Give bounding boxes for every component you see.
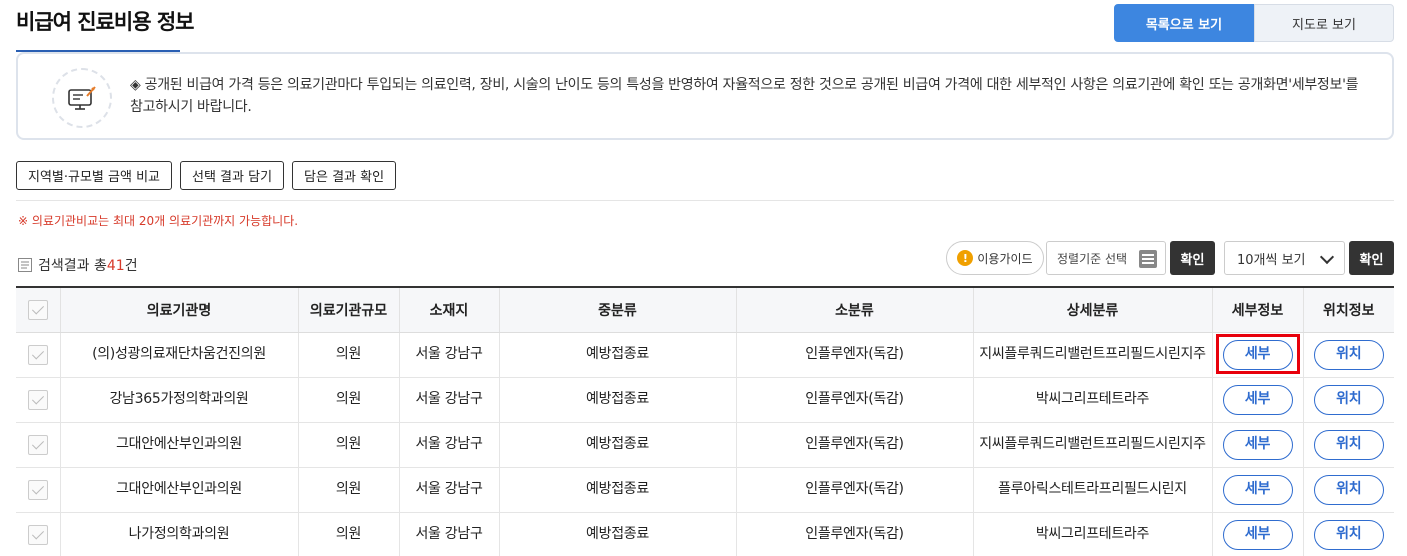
header-name: 의료기관명 <box>60 286 299 333</box>
page-title: 비급여 진료비용 정보 <box>16 10 195 34</box>
region-compare-button[interactable]: 지역별·규모별 금액 비교 <box>16 161 172 190</box>
location-button[interactable]: 위치 <box>1313 474 1384 505</box>
header-detail-category: 상세분류 <box>973 286 1213 333</box>
sort-select[interactable]: 정렬기준 선택 <box>1046 241 1166 275</box>
result-suffix: 건 <box>124 258 138 274</box>
check-saved-button[interactable]: 담은 결과 확인 <box>292 161 397 190</box>
monitor-icon <box>52 68 112 128</box>
cell-name: 그대안에산부인과의원 <box>60 467 299 513</box>
table-row: 그대안에산부인과의원 의원 서울 강남구 예방접종료 인플루엔자(독감) 지씨플… <box>16 422 1394 468</box>
compare-note: ※ 의료기관비교는 최대 20개 의료기관까지 가능합니다. <box>18 214 299 228</box>
cell-sub-category: 인플루엔자(독감) <box>736 332 974 378</box>
location-button[interactable]: 위치 <box>1313 339 1384 370</box>
row-checkbox[interactable] <box>27 479 48 500</box>
action-row: 지역별·규모별 금액 비교 선택 결과 담기 담은 결과 확인 <box>16 161 397 190</box>
cell-name: 그대안에산부인과의원 <box>60 422 299 468</box>
row-checkbox[interactable] <box>27 344 48 365</box>
cell-scale: 의원 <box>298 512 400 556</box>
page-size-select[interactable]: 10개씩 보기 <box>1224 241 1345 275</box>
chevron-down-icon <box>1319 249 1335 265</box>
cell-name: 나가정의학과의원 <box>60 512 299 556</box>
header-scale: 의료기관규모 <box>298 286 400 333</box>
cell-mid-category: 예방접종료 <box>499 332 737 378</box>
location-button[interactable]: 위치 <box>1313 519 1384 550</box>
cell-sub-category: 인플루엔자(독감) <box>736 422 974 468</box>
cell-scale: 의원 <box>298 332 400 378</box>
header-mid-category: 중분류 <box>499 286 737 333</box>
cell-mid-category: 예방접종료 <box>499 512 737 556</box>
cell-detail-category: 박씨그리프테트라주 <box>973 512 1213 556</box>
table-row: 나가정의학과의원 의원 서울 강남구 예방접종료 인플루엔자(독감) 박씨그리프… <box>16 512 1394 556</box>
cell-location: 서울 강남구 <box>399 467 500 513</box>
select-add-button[interactable]: 선택 결과 담기 <box>180 161 285 190</box>
list-view-button[interactable]: 목록으로 보기 <box>1114 4 1254 42</box>
view-toggle: 목록으로 보기 지도로 보기 <box>1114 4 1394 42</box>
detail-button[interactable]: 세부 <box>1222 339 1293 370</box>
detail-button[interactable]: 세부 <box>1222 519 1293 550</box>
table-header-row: 의료기관명 의료기관규모 소재지 중분류 소분류 상세분류 세부정보 위치정보 <box>16 286 1394 333</box>
sort-confirm-button[interactable]: 확인 <box>1170 241 1215 275</box>
cell-mid-category: 예방접종료 <box>499 422 737 468</box>
list-icon <box>18 258 32 272</box>
detail-button[interactable]: 세부 <box>1222 474 1293 505</box>
select-all-cell <box>16 286 61 333</box>
header-location-info: 위치정보 <box>1303 286 1394 333</box>
header-detail-info: 세부정보 <box>1212 286 1304 333</box>
cell-sub-category: 인플루엔자(독감) <box>736 467 974 513</box>
map-view-button[interactable]: 지도로 보기 <box>1254 4 1394 42</box>
cell-sub-category: 인플루엔자(독감) <box>736 512 974 556</box>
cell-sub-category: 인플루엔자(독감) <box>736 377 974 423</box>
cell-scale: 의원 <box>298 377 400 423</box>
location-button[interactable]: 위치 <box>1313 429 1384 460</box>
cell-detail-category: 플루아릭스테트라프리필드시린지 <box>973 467 1213 513</box>
divider <box>16 200 1394 201</box>
table-row: 강남365가정의학과의원 의원 서울 강남구 예방접종료 인플루엔자(독감) 박… <box>16 377 1394 423</box>
row-checkbox[interactable] <box>27 524 48 545</box>
usage-guide-button[interactable]: ! 이용가이드 <box>946 241 1044 275</box>
row-checkbox[interactable] <box>27 434 48 455</box>
row-checkbox[interactable] <box>27 389 48 410</box>
detail-button[interactable]: 세부 <box>1222 384 1293 415</box>
cell-name: 강남365가정의학과의원 <box>60 377 299 423</box>
page-size-label: 10개씩 보기 <box>1237 252 1306 268</box>
cell-mid-category: 예방접종료 <box>499 467 737 513</box>
header-location: 소재지 <box>399 286 500 333</box>
notice-text: ◈ 공개된 비급여 가격 등은 의료기관마다 투입되는 의료인력, 장비, 시술… <box>130 77 1359 115</box>
cell-location: 서울 강남구 <box>399 512 500 556</box>
sort-label: 정렬기준 선택 <box>1057 251 1128 266</box>
table-row: 그대안에산부인과의원 의원 서울 강남구 예방접종료 인플루엔자(독감) 플루아… <box>16 467 1394 513</box>
cell-location: 서울 강남구 <box>399 332 500 378</box>
header-sub-category: 소분류 <box>736 286 974 333</box>
cell-mid-category: 예방접종료 <box>499 377 737 423</box>
results-table: 의료기관명 의료기관규모 소재지 중분류 소분류 상세분류 세부정보 위치정보 … <box>16 286 1394 556</box>
exclamation-icon: ! <box>957 250 974 266</box>
detail-button[interactable]: 세부 <box>1222 429 1293 460</box>
cell-detail-category: 박씨그리프테트라주 <box>973 377 1213 423</box>
notice-box: ◈ 공개된 비급여 가격 등은 의료기관마다 투입되는 의료인력, 장비, 시술… <box>16 52 1394 140</box>
result-count: 검색결과 총41건 <box>18 255 138 275</box>
result-prefix: 검색결과 총 <box>38 258 107 274</box>
table-row: (의)성광의료재단차움건진의원 의원 서울 강남구 예방접종료 인플루엔자(독감… <box>16 332 1394 378</box>
page-size-confirm-button[interactable]: 확인 <box>1349 241 1394 275</box>
location-button[interactable]: 위치 <box>1313 384 1384 415</box>
cell-location: 서울 강남구 <box>399 377 500 423</box>
result-number: 41 <box>106 258 125 274</box>
select-all-checkbox[interactable] <box>27 299 48 320</box>
usage-guide-label: 이용가이드 <box>977 251 1033 266</box>
cell-detail-category: 지씨플루쿼드리밸런트프리필드시린지주 <box>973 422 1213 468</box>
cell-name: (의)성광의료재단차움건진의원 <box>60 332 299 378</box>
cell-detail-category: 지씨플루쿼드리밸런트프리필드시린지주 <box>973 332 1213 378</box>
cell-scale: 의원 <box>298 467 400 513</box>
list-icon <box>1139 250 1157 268</box>
cell-location: 서울 강남구 <box>399 422 500 468</box>
cell-scale: 의원 <box>298 422 400 468</box>
